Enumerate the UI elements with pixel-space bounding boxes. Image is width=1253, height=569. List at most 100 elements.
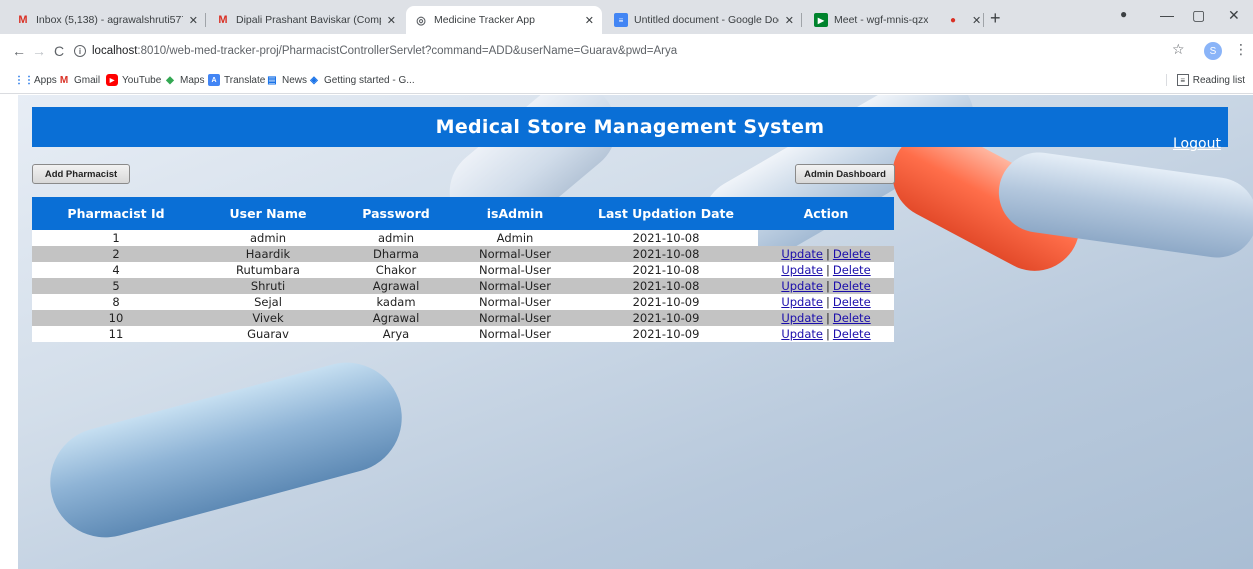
getting-started-icon: ◈	[310, 74, 318, 86]
cell-user: Shruti	[200, 278, 336, 294]
cell-user: Vivek	[200, 310, 336, 326]
update-link[interactable]: Update	[781, 295, 823, 309]
column-header-is-admin: isAdmin	[456, 197, 574, 230]
address-bar[interactable]: i localhost:8010/web-med-tracker-proj/Ph…	[74, 39, 1144, 63]
table-row: 2 Haardik Dharma Normal-User 2021-10-08 …	[32, 246, 894, 262]
table-row: 1 admin admin Admin 2021-10-08	[32, 230, 894, 246]
reading-list-button[interactable]: ≡ Reading list	[1165, 74, 1245, 86]
table-row: 11 Guarav Arya Normal-User 2021-10-09 Up…	[32, 326, 894, 342]
logout-link[interactable]: Logout	[1173, 136, 1221, 152]
globe-icon: ◎	[416, 14, 426, 27]
cell-action: Update | Delete	[758, 326, 894, 342]
bookmark-youtube[interactable]: ▶ YouTube	[106, 74, 161, 86]
bookmark-apps[interactable]: ⋮⋮ Apps	[14, 74, 57, 86]
profile-avatar[interactable]: S	[1204, 42, 1222, 60]
cell-is-admin: Normal-User	[456, 246, 574, 262]
browser-toolbar: ← → C i localhost:8010/web-med-tracker-p…	[0, 34, 1253, 68]
recording-icon: ●	[949, 14, 957, 26]
bookmark-maps[interactable]: ◆ Maps	[164, 74, 204, 86]
update-link[interactable]: Update	[781, 311, 823, 325]
table-row: 4 Rutumbara Chakor Normal-User 2021-10-0…	[32, 262, 894, 278]
cell-user: Sejal	[200, 294, 336, 310]
update-link[interactable]: Update	[781, 263, 823, 277]
cell-is-admin: Admin	[456, 230, 574, 246]
tab-medicine-tracker[interactable]: ◎ Medicine Tracker App ✕	[406, 6, 602, 34]
close-tab-icon[interactable]: ✕	[387, 14, 396, 27]
update-link[interactable]: Update	[781, 279, 823, 293]
cell-action-empty	[758, 230, 894, 246]
bookmark-translate[interactable]: A Translate	[208, 74, 265, 86]
tab-inbox[interactable]: M Inbox (5,138) - agrawalshruti577... ✕	[8, 6, 206, 34]
back-icon[interactable]: ←	[12, 43, 26, 59]
gmail-icon: M	[218, 14, 228, 26]
bookmark-news[interactable]: ▤ News	[266, 74, 307, 86]
column-header-user-name: User Name	[200, 197, 336, 230]
cell-date: 2021-10-09	[574, 310, 758, 326]
bookmark-star-icon[interactable]: ☆	[1172, 42, 1185, 58]
gmail-icon: M	[59, 74, 69, 86]
cell-password: Dharma	[336, 246, 456, 262]
bookmark-getting-started[interactable]: ◈ Getting started - G...	[308, 74, 414, 86]
cell-is-admin: Normal-User	[456, 310, 574, 326]
delete-link[interactable]: Delete	[833, 247, 871, 261]
update-link[interactable]: Update	[781, 247, 823, 261]
delete-link[interactable]: Delete	[833, 311, 871, 325]
cell-id: 10	[32, 310, 200, 326]
gmail-icon: M	[18, 14, 28, 26]
cell-action: Update | Delete	[758, 278, 894, 294]
browser-tab-strip: M Inbox (5,138) - agrawalshruti577... ✕ …	[0, 0, 1253, 34]
close-tab-icon[interactable]: ✕	[585, 14, 594, 27]
menu-kebab-icon[interactable]: ⋮	[1234, 42, 1248, 58]
cell-is-admin: Normal-User	[456, 278, 574, 294]
tab-recording[interactable]: ● ✕	[938, 6, 984, 34]
page-viewport: Medical Store Management System Logout A…	[0, 95, 1253, 569]
delete-link[interactable]: Delete	[833, 263, 871, 277]
forward-icon[interactable]: →	[32, 43, 46, 59]
extension-icon[interactable]: ●	[1120, 7, 1127, 21]
reload-icon[interactable]: C	[54, 43, 64, 59]
cell-id: 5	[32, 278, 200, 294]
bookmark-gmail[interactable]: M Gmail	[58, 74, 100, 86]
site-info-icon[interactable]: i	[74, 45, 86, 57]
cell-action: Update | Delete	[758, 262, 894, 278]
tab-meet[interactable]: ▶ Meet - wgf-mnis-qzx	[806, 6, 936, 34]
close-tab-icon[interactable]: ✕	[189, 14, 198, 27]
page-title: Medical Store Management System	[435, 116, 825, 138]
docs-icon: ≡	[614, 13, 628, 27]
delete-link[interactable]: Delete	[833, 295, 871, 309]
reading-list-icon: ≡	[1176, 74, 1189, 86]
maximize-icon[interactable]: ▢	[1192, 7, 1205, 24]
cell-user: Rutumbara	[200, 262, 336, 278]
cell-id: 1	[32, 230, 200, 246]
table-header-row: Pharmacist Id User Name Password isAdmin…	[32, 197, 894, 230]
tab-google-doc[interactable]: ≡ Untitled document - Google Doc... ✕	[606, 6, 802, 34]
table-row: 5 Shruti Agrawal Normal-User 2021-10-08 …	[32, 278, 894, 294]
cell-password: Agrawal	[336, 310, 456, 326]
table-row: 10 Vivek Agrawal Normal-User 2021-10-09 …	[32, 310, 894, 326]
tab-dipali[interactable]: M Dipali Prashant Baviskar (Compu... ✕	[208, 6, 404, 34]
cell-user: Guarav	[200, 326, 336, 342]
delete-link[interactable]: Delete	[833, 279, 871, 293]
column-header-password: Password	[336, 197, 456, 230]
cell-password: Agrawal	[336, 278, 456, 294]
cell-action: Update | Delete	[758, 310, 894, 326]
update-link[interactable]: Update	[781, 327, 823, 341]
column-header-pharmacist-id: Pharmacist Id	[32, 197, 200, 230]
table-row: 8 Sejal kadam Normal-User 2021-10-09 Upd…	[32, 294, 894, 310]
add-pharmacist-button[interactable]: Add Pharmacist	[32, 164, 130, 184]
cell-is-admin: Normal-User	[456, 262, 574, 278]
cell-user: Haardik	[200, 246, 336, 262]
window-close-icon[interactable]: ✕	[1228, 7, 1240, 24]
admin-dashboard-button[interactable]: Admin Dashboard	[795, 164, 895, 184]
new-tab-button[interactable]: +	[990, 8, 1001, 29]
bookmarks-bar: ⋮⋮ Apps M Gmail ▶ YouTube ◆ Maps A Trans…	[0, 68, 1253, 94]
cell-id: 11	[32, 326, 200, 342]
minimize-icon[interactable]: —	[1160, 7, 1174, 23]
cell-id: 8	[32, 294, 200, 310]
cell-date: 2021-10-09	[574, 326, 758, 342]
maps-icon: ◆	[166, 74, 174, 86]
close-tab-icon[interactable]: ✕	[785, 14, 794, 27]
delete-link[interactable]: Delete	[833, 327, 871, 341]
close-tab-icon[interactable]: ✕	[972, 14, 981, 27]
pharmacist-table: Pharmacist Id User Name Password isAdmin…	[32, 197, 894, 342]
